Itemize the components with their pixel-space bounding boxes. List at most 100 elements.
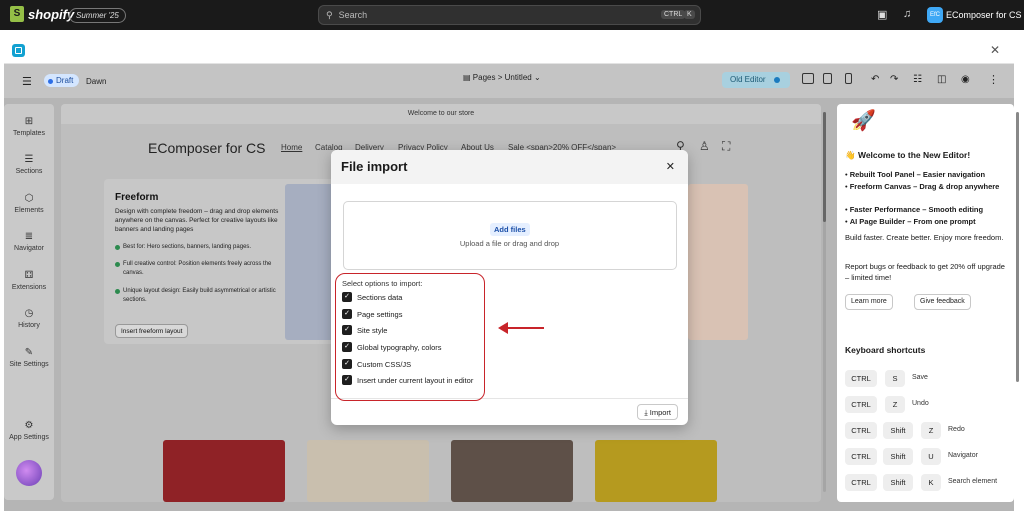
left-sidebar: ⊞ Templates ☰ Sections ⬡ Elements ≣ Navigato… bbox=[4, 104, 54, 500]
insert-freeform-button[interactable]: Insert freeform layout bbox=[115, 324, 189, 338]
sidebar-item-navigator[interactable]: ≣ Navigator bbox=[4, 231, 54, 252]
edition-badge[interactable]: Summer '25 bbox=[69, 8, 126, 23]
shortcut-desc: Save bbox=[912, 374, 928, 381]
app-logo-icon bbox=[12, 44, 25, 57]
shortcuts-title: Keyboard shortcuts bbox=[845, 345, 926, 355]
shopify-logo[interactable]: S shopify bbox=[10, 6, 74, 22]
shortcut-key: Shift bbox=[883, 448, 913, 465]
upload-hint: Upload a file or drag and drop bbox=[459, 239, 560, 248]
tagline: Build faster. Create better. Enjoy more … bbox=[845, 233, 1004, 242]
sidebar-item-label: History bbox=[18, 322, 40, 329]
sidebar-item-label: App Settings bbox=[9, 434, 49, 441]
close-icon[interactable]: ✕ bbox=[666, 160, 675, 173]
search-input[interactable]: ⚲ Search CTRL K bbox=[318, 5, 701, 25]
theme-name: Dawn bbox=[86, 77, 107, 86]
freeform-bullet: Full creative control: Position elements… bbox=[115, 260, 280, 277]
feature-item: • Rebuilt Tool Panel – Easier navigation bbox=[845, 170, 986, 179]
sidebar-item-site-settings[interactable]: ✎ Site Settings bbox=[4, 347, 54, 368]
dialog-title: File import bbox=[341, 159, 408, 174]
template-thumbnail[interactable] bbox=[451, 440, 573, 502]
welcome-title: 👋 Welcome to the New Editor! bbox=[845, 150, 971, 160]
page-name: Untitled bbox=[504, 73, 532, 82]
shortcut-desc: Redo bbox=[948, 426, 965, 433]
history-icon: ◷ bbox=[24, 308, 34, 319]
shortcut-key: Shift bbox=[883, 474, 913, 491]
account-icon[interactable]: ♙ bbox=[699, 139, 710, 153]
shortcut-key: Z bbox=[885, 396, 905, 413]
sidebar-item-elements[interactable]: ⬡ Elements bbox=[4, 193, 54, 214]
layout-preview bbox=[285, 184, 335, 340]
import-label: Import bbox=[649, 408, 671, 417]
page-selector[interactable]: ▤ Pages > Untitled ⌄ bbox=[463, 73, 541, 82]
sidebar-item-label: Extensions bbox=[11, 284, 47, 291]
shortcut-desc: Search element bbox=[948, 478, 998, 485]
store-title: EComposer for CS bbox=[148, 140, 266, 156]
sidebar-item-extensions[interactable]: ⚃ Extensions bbox=[4, 270, 54, 291]
sidebar-item-history[interactable]: ◷ History bbox=[4, 308, 54, 329]
nav-link-home[interactable]: Home bbox=[281, 143, 302, 152]
canvas-scrollbar-thumb[interactable] bbox=[823, 112, 826, 222]
shortcut-key: S bbox=[885, 370, 905, 387]
store-icon[interactable]: ▣ bbox=[877, 8, 887, 21]
import-button[interactable]: ⤓ Import bbox=[637, 404, 678, 420]
extensions-icon: ⚃ bbox=[24, 270, 34, 281]
gear-icon: ⚙ bbox=[24, 420, 34, 431]
shopify-wordmark: shopify bbox=[28, 6, 75, 22]
learn-more-button[interactable]: Learn more bbox=[845, 294, 893, 310]
redo-icon[interactable]: ↷ bbox=[890, 74, 898, 85]
sidebar-item-label: Elements bbox=[14, 207, 44, 214]
add-files-button[interactable]: Add files bbox=[490, 223, 530, 236]
avatar[interactable] bbox=[16, 460, 42, 486]
desktop-view-icon[interactable] bbox=[802, 73, 814, 84]
settings-sliders-icon[interactable]: ☷ bbox=[913, 74, 922, 85]
report-text: Report bugs or feedback to get 20% off u… bbox=[845, 262, 1005, 282]
right-panel: 🚀 👋 Welcome to the New Editor! • Rebuilt… bbox=[837, 104, 1014, 502]
mobile-view-icon[interactable] bbox=[845, 73, 852, 84]
freeform-description: Design with complete freedom – drag and … bbox=[115, 208, 279, 233]
sidebar-item-label: Navigator bbox=[14, 245, 44, 252]
old-editor-toggle[interactable]: Old Editor bbox=[722, 72, 790, 88]
sidebar-item-label: Site Settings bbox=[9, 361, 49, 368]
search-placeholder: Search bbox=[338, 10, 368, 20]
app-header: ✕ bbox=[4, 37, 1014, 64]
template-thumbnail[interactable] bbox=[307, 440, 429, 502]
annotation-arrow-head bbox=[498, 322, 508, 334]
ai-icon[interactable]: ◫ bbox=[937, 74, 946, 85]
search-icon: ⚲ bbox=[326, 9, 333, 20]
freeform-bullet: Unique layout design: Easily build asymm… bbox=[115, 287, 280, 304]
page-icon: ▤ bbox=[463, 73, 473, 82]
shortcut-key: CTRL bbox=[845, 422, 877, 439]
tablet-view-icon[interactable] bbox=[823, 73, 832, 84]
pages-label: Pages bbox=[472, 73, 496, 82]
store-name[interactable]: EComposer for CS bbox=[946, 10, 1022, 20]
page-separator: > bbox=[497, 73, 503, 82]
annotation-arrow bbox=[506, 327, 544, 329]
sections-icon: ☰ bbox=[24, 154, 34, 165]
elements-icon: ⬡ bbox=[24, 193, 34, 204]
close-icon[interactable]: ✕ bbox=[990, 43, 1000, 57]
shopify-topbar: S shopify Summer '25 ⚲ Search CTRL K ▣ ♫… bbox=[0, 0, 1024, 30]
announcement-bar: Welcome to our store bbox=[61, 104, 821, 124]
undo-icon[interactable]: ↶ bbox=[871, 74, 879, 85]
sidebar-item-templates[interactable]: ⊞ Templates bbox=[4, 116, 54, 137]
store-avatar[interactable]: EfC bbox=[927, 7, 943, 23]
give-feedback-button[interactable]: Give feedback bbox=[914, 294, 971, 310]
shortcut-key: Shift bbox=[883, 422, 913, 439]
preview-eye-icon[interactable]: ◉ bbox=[961, 74, 970, 85]
shortcut-key: CTRL bbox=[845, 370, 877, 387]
draft-badge: Draft bbox=[44, 74, 80, 87]
layout-preview bbox=[688, 184, 748, 340]
more-icon[interactable]: ⋮ bbox=[988, 73, 999, 86]
page-scrollbar[interactable] bbox=[1016, 112, 1019, 382]
shortcut-key: U bbox=[921, 448, 941, 465]
bell-icon[interactable]: ♫ bbox=[903, 8, 911, 20]
sidebar-item-app-settings[interactable]: ⚙ App Settings bbox=[4, 420, 54, 441]
template-thumbnail[interactable] bbox=[163, 440, 285, 502]
menu-icon[interactable]: ☰ bbox=[22, 75, 32, 88]
template-thumbnail[interactable] bbox=[595, 440, 717, 502]
sidebar-item-sections[interactable]: ☰ Sections bbox=[4, 154, 54, 175]
shortcut-desc: Navigator bbox=[948, 452, 978, 459]
sidebar-item-label: Sections bbox=[15, 168, 43, 175]
dialog-footer bbox=[331, 398, 688, 425]
cart-icon[interactable]: ⛶ bbox=[722, 139, 730, 154]
